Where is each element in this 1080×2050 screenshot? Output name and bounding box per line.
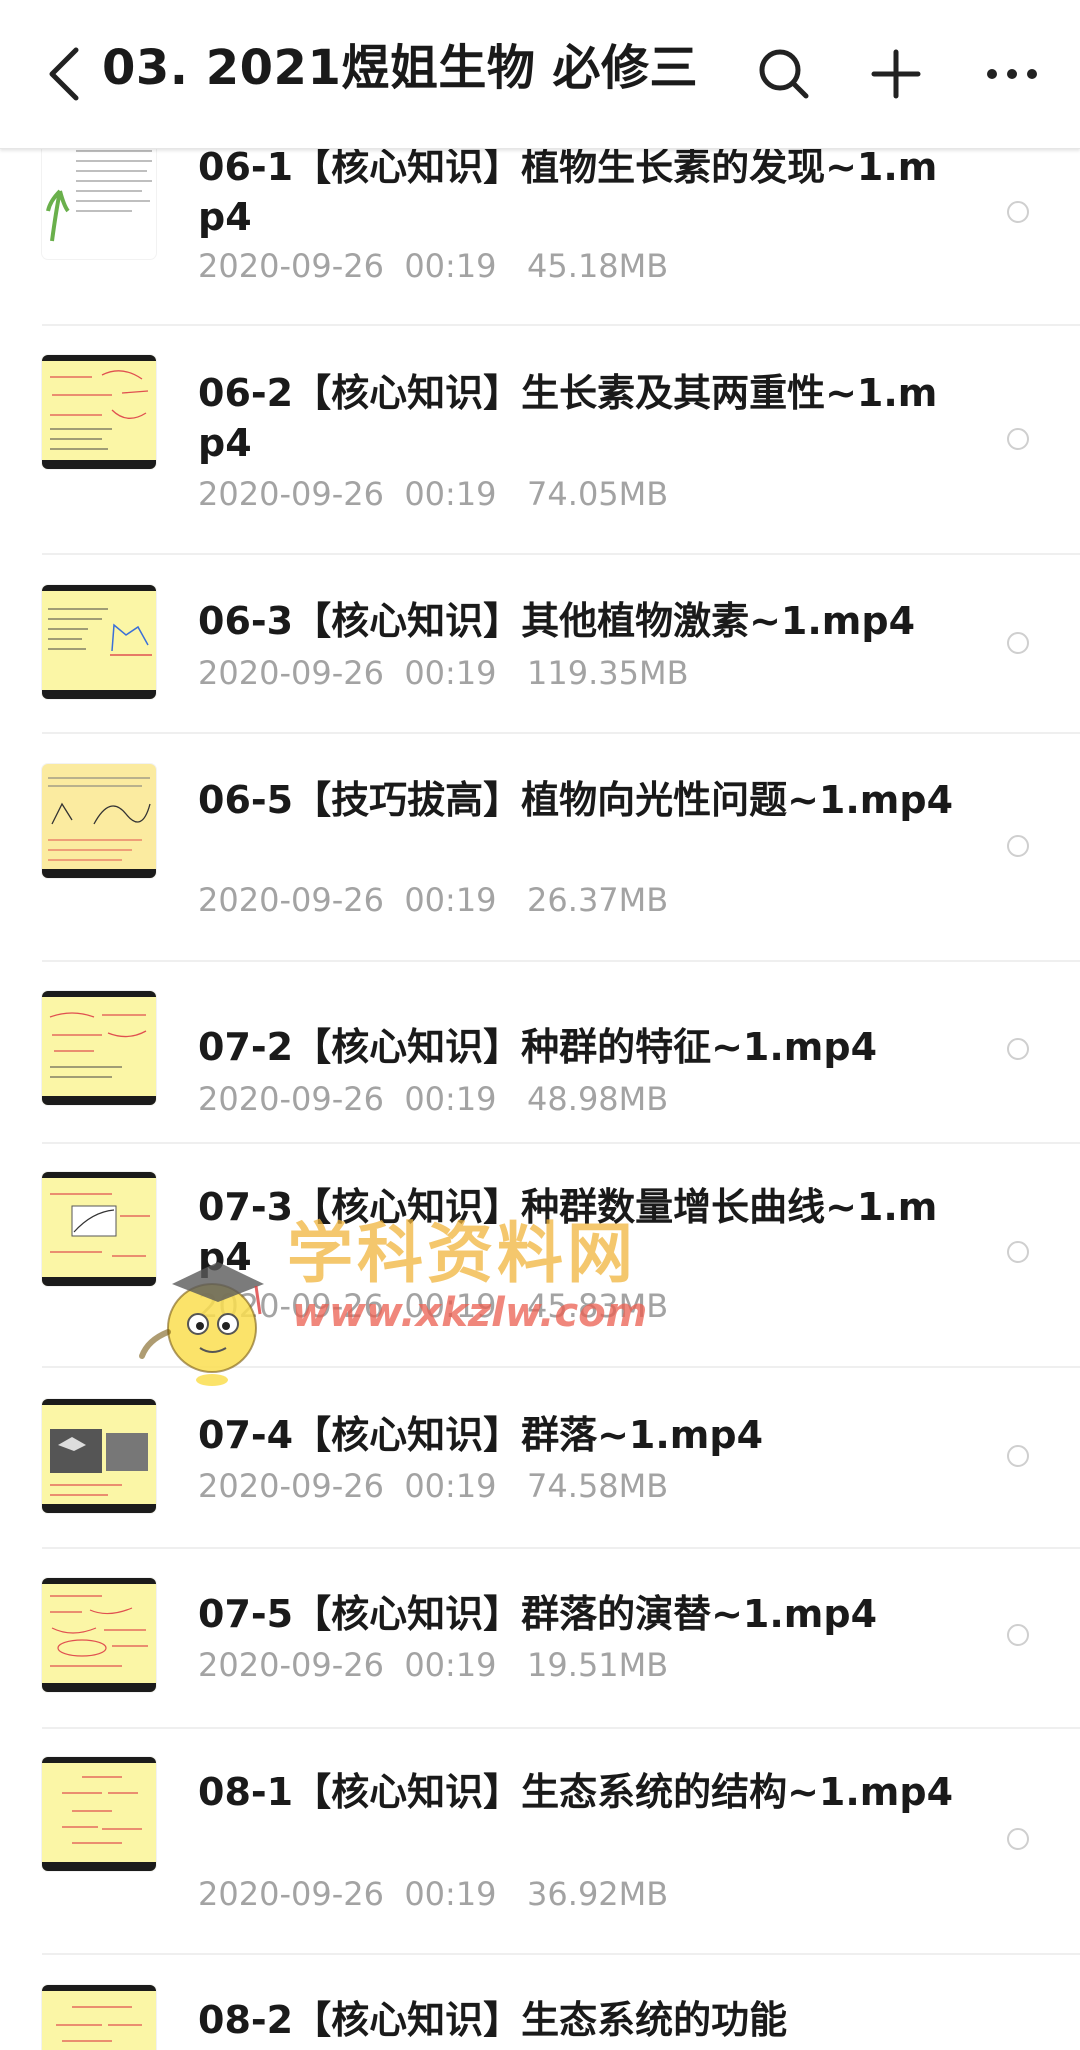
file-meta: 2020-09-26 00:19 74.58MB	[198, 1466, 668, 1506]
add-button[interactable]	[852, 30, 940, 118]
divider	[42, 1547, 1080, 1549]
file-size: 45.18MB	[527, 247, 669, 285]
file-date: 2020-09-26	[198, 247, 384, 285]
video-thumbnail	[42, 1985, 156, 2050]
select-radio[interactable]	[1007, 1445, 1029, 1467]
video-thumbnail	[42, 355, 156, 469]
divider	[42, 1142, 1080, 1144]
file-name: 07-2【核心知识】种群的特征~1.mp4	[198, 1025, 878, 1069]
more-dots-icon	[987, 69, 1037, 79]
file-name: 06-2【核心知识】生长素及其两重性~1.mp4	[198, 371, 938, 465]
top-bar: 03. 2021煜姐生物 必修三	[0, 0, 1080, 149]
file-name: 08-2【核心知识】生态系统的功能	[198, 1998, 788, 2042]
file-date: 2020-09-26	[198, 475, 384, 513]
file-meta: 2020-09-26 00:19 119.35MB	[198, 653, 689, 693]
select-radio[interactable]	[1007, 428, 1029, 450]
file-time: 00:19	[404, 881, 497, 919]
file-time: 00:19	[404, 654, 497, 692]
file-date: 2020-09-26	[198, 881, 384, 919]
file-time: 00:19	[404, 247, 497, 285]
divider	[42, 1366, 1080, 1368]
file-size: 48.98MB	[527, 1080, 669, 1118]
divider	[42, 553, 1080, 555]
file-meta: 2020-09-26 00:19 36.92MB	[198, 1874, 668, 1914]
back-button[interactable]	[20, 30, 108, 118]
file-name: 08-1【核心知识】生态系统的结构~1.mp4	[198, 1770, 954, 1814]
file-time: 00:19	[404, 1467, 497, 1505]
divider	[42, 324, 1080, 326]
file-time: 00:19	[404, 1875, 497, 1913]
more-button[interactable]	[968, 30, 1056, 118]
divider	[42, 1953, 1080, 1955]
file-time: 00:19	[404, 475, 497, 513]
file-name: 06-1【核心知识】植物生长素的发现~1.mp4	[198, 145, 938, 239]
file-name: 07-4【核心知识】群落~1.mp4	[198, 1413, 764, 1457]
video-thumbnail	[42, 1578, 156, 1692]
video-thumbnail	[42, 131, 156, 259]
file-name: 07-5【核心知识】群落的演替~1.mp4	[198, 1592, 878, 1636]
select-radio[interactable]	[1007, 1624, 1029, 1646]
select-radio[interactable]	[1007, 835, 1029, 857]
file-time: 00:19	[404, 1080, 497, 1118]
video-thumbnail	[42, 991, 156, 1105]
file-date: 2020-09-26	[198, 1875, 384, 1913]
file-list: 06-1【核心知识】植物生长素的发现~1.mp4 2020-09-26 00:1…	[0, 0, 1080, 2050]
file-size: 74.05MB	[527, 475, 669, 513]
select-radio[interactable]	[1007, 1828, 1029, 1850]
file-date: 2020-09-26	[198, 1467, 384, 1505]
select-radio[interactable]	[1007, 1038, 1029, 1060]
divider	[42, 960, 1080, 962]
file-name: 07-3【核心知识】种群数量增长曲线~1.mp4	[198, 1185, 938, 1279]
file-meta: 2020-09-26 00:19 48.98MB	[198, 1079, 668, 1119]
video-thumbnail	[42, 764, 156, 878]
search-icon	[759, 49, 809, 99]
divider	[42, 1727, 1080, 1729]
search-button[interactable]	[740, 30, 828, 118]
page-title: 03. 2021煜姐生物 必修三	[102, 40, 699, 96]
file-size: 19.51MB	[527, 1646, 669, 1684]
file-size: 36.92MB	[527, 1875, 669, 1913]
plus-icon	[871, 49, 921, 99]
file-time: 00:19	[404, 1287, 497, 1325]
select-radio[interactable]	[1007, 201, 1029, 223]
file-date: 2020-09-26	[198, 1646, 384, 1684]
video-thumbnail	[42, 1399, 156, 1513]
file-meta: 2020-09-26 00:19 19.51MB	[198, 1645, 668, 1685]
file-size: 119.35MB	[527, 654, 689, 692]
chevron-left-icon	[49, 47, 79, 101]
video-thumbnail	[42, 585, 156, 699]
file-time: 00:19	[404, 1646, 497, 1684]
file-meta: 2020-09-26 00:19 45.83MB	[198, 1286, 668, 1326]
file-size: 26.37MB	[527, 881, 669, 919]
file-date: 2020-09-26	[198, 1080, 384, 1118]
file-name: 06-5【技巧拔高】植物向光性问题~1.mp4	[198, 778, 954, 822]
file-name: 06-3【核心知识】其他植物激素~1.mp4	[198, 599, 916, 643]
file-size: 74.58MB	[527, 1467, 669, 1505]
file-meta: 2020-09-26 00:19 26.37MB	[198, 880, 668, 920]
video-thumbnail	[42, 1172, 156, 1286]
file-date: 2020-09-26	[198, 1287, 384, 1325]
select-radio[interactable]	[1007, 632, 1029, 654]
select-radio[interactable]	[1007, 1241, 1029, 1263]
file-meta: 2020-09-26 00:19 45.18MB	[198, 246, 668, 286]
file-meta: 2020-09-26 00:19 74.05MB	[198, 474, 668, 514]
file-date: 2020-09-26	[198, 654, 384, 692]
video-thumbnail	[42, 1757, 156, 1871]
file-size: 45.83MB	[527, 1287, 669, 1325]
divider	[42, 732, 1080, 734]
